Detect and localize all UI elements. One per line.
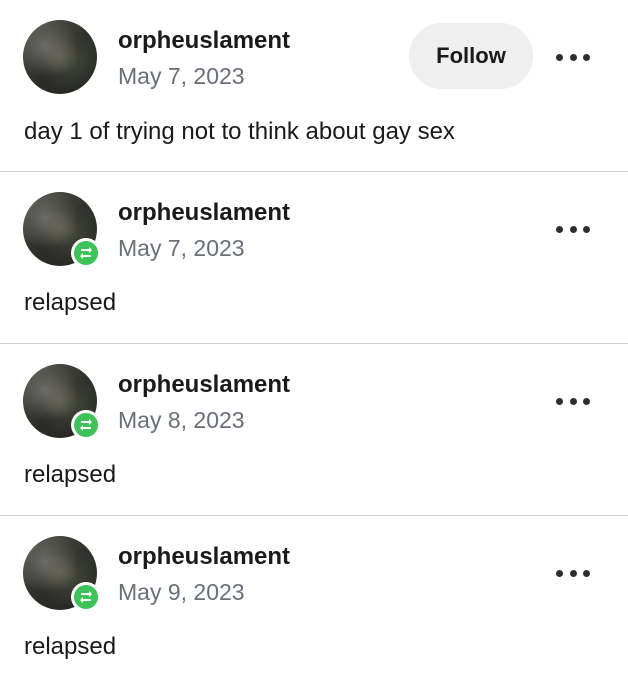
post-date[interactable]: May 8, 2023 [118,407,245,434]
post: orpheuslament May 9, 2023 relapsed [0,516,628,680]
post: orpheuslament May 7, 2023 Follow day 1 o… [0,0,628,172]
username[interactable]: orpheuslament [118,371,290,399]
post-text: relapsed [24,461,117,488]
username[interactable]: orpheuslament [118,27,290,55]
reblog-icon [71,238,101,268]
avatar[interactable] [23,192,101,268]
post-text: day 1 of trying not to think about gay s… [24,118,455,145]
avatar[interactable] [23,20,97,94]
post: orpheuslament May 7, 2023 relapsed [0,172,628,344]
post-text: relapsed [24,289,117,316]
follow-button[interactable]: Follow [409,23,533,89]
post-text: relapsed [24,633,117,660]
post-date[interactable]: May 9, 2023 [118,579,245,606]
more-options-icon[interactable] [556,51,590,63]
post-date[interactable]: May 7, 2023 [118,235,245,262]
username[interactable]: orpheuslament [118,543,290,571]
more-options-icon[interactable] [556,395,590,407]
post-date[interactable]: May 7, 2023 [118,63,245,90]
reblog-icon [71,410,101,440]
more-options-icon[interactable] [556,567,590,579]
reblog-icon [71,582,101,612]
post: orpheuslament May 8, 2023 relapsed [0,344,628,516]
avatar[interactable] [23,364,101,440]
post-thread: orpheuslament May 7, 2023 Follow day 1 o… [0,0,628,680]
more-options-icon[interactable] [556,223,590,235]
avatar[interactable] [23,536,101,612]
username[interactable]: orpheuslament [118,199,290,227]
